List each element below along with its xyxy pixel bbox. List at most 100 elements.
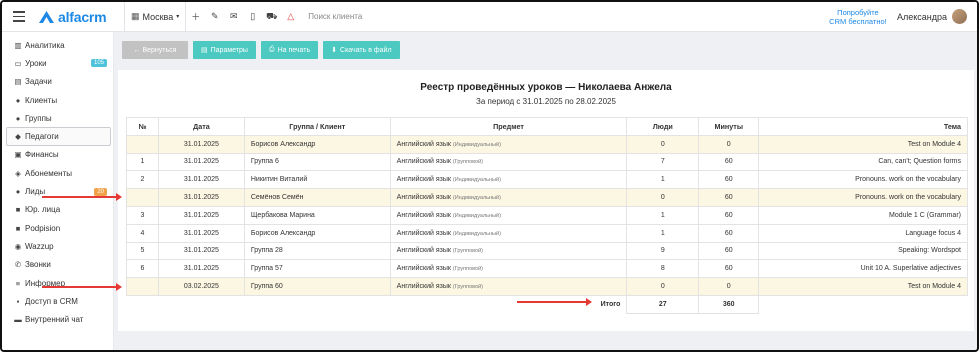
sidebar-item-legal-entities[interactable]: ■ Юр. лица [2, 201, 113, 219]
print-button[interactable]: ⎙ На печать [260, 41, 319, 59]
sidebar-item-label: Клиенты [25, 95, 58, 105]
sidebar-item-lessons[interactable]: ▭ Уроки 105 [2, 54, 113, 72]
cell-people: 0 [626, 134, 700, 154]
sidebar-item-label: Педагоги [25, 132, 59, 142]
avatar[interactable] [952, 9, 967, 24]
cell-client[interactable]: Борисов Александр [243, 223, 391, 243]
client-search[interactable]: Поиск клиента [308, 12, 508, 21]
column-minutes: Минуты [698, 117, 760, 136]
sidebar-item-calls[interactable]: ✆ Звонки [2, 256, 113, 274]
cell-date: 03.02.2025 [157, 277, 245, 296]
lesson-type: (Групповой) [452, 159, 483, 166]
total-empty [126, 295, 159, 314]
cell-minutes: 60 [698, 241, 760, 261]
promo-line-2: CRM бесплатно! [829, 16, 887, 26]
cell-subject: Английский язык (Групповой) [389, 277, 628, 296]
sidebar-item-tasks[interactable]: ▤ Задачи [2, 73, 113, 91]
cell-number [126, 277, 159, 296]
building-icon: ▦ [131, 11, 140, 21]
mail-icon[interactable]: ✉ [224, 2, 243, 32]
lessons-count-badge: 105 [90, 59, 107, 68]
cell-client[interactable]: Группа 6 [243, 152, 391, 172]
total-row: Итого 27 360 [126, 294, 968, 314]
filter-icon: ▤ [201, 47, 208, 54]
caret-down-icon: ▾ [176, 14, 180, 20]
cart-icon[interactable]: ⛟ [262, 2, 281, 32]
logo[interactable]: alfacrm [38, 9, 124, 25]
cell-number: 4 [126, 223, 159, 243]
sidebar-item-label: Задачи [25, 77, 52, 87]
cell-date: 31.01.2025 [157, 152, 245, 172]
subject-name: Английский язык [396, 211, 451, 219]
sidebar-item-label: Wazzup [25, 241, 54, 251]
cell-subject: Английский язык (Групповой) [389, 259, 628, 279]
cell-client[interactable]: Группа 60 [243, 277, 391, 296]
cell-client[interactable]: Группа 57 [243, 259, 391, 279]
cell-number: 5 [126, 241, 159, 261]
total-people: 27 [626, 294, 700, 314]
sidebar-item-podpision[interactable]: ■ Podpision [2, 219, 113, 237]
city-selector[interactable]: ▦ Москва ▾ [125, 2, 185, 32]
cell-topic: Unit 10 A. Superlative adjectives [758, 259, 968, 279]
report-period: За период с 31.01.2025 по 28.02.2025 [476, 97, 616, 106]
cell-subject: Английский язык (Индивидуальный) [389, 188, 628, 207]
cell-topic: Module 1 C (Grammar) [758, 205, 968, 225]
cell-people: 0 [626, 188, 700, 207]
sidebar-item-wazzup[interactable]: ◉ Wazzup [2, 237, 113, 255]
sidebar-item-crm-access[interactable]: ▪ Доступ в CRM [2, 292, 113, 310]
table-row: 2 31.01.2025 Никитин Виталий Английский язы… [126, 170, 968, 190]
cell-client[interactable]: Борисов Александр [243, 134, 391, 154]
cell-subject: Английский язык (Индивидуальный) [389, 134, 628, 154]
cell-minutes: 0 [698, 134, 760, 154]
plus-icon[interactable]: ＋ [186, 2, 205, 32]
tag-icon: ◈ [15, 168, 21, 178]
subject-name: Английский язык [396, 247, 451, 255]
cell-client[interactable]: Щербакова Марина [243, 205, 391, 225]
cell-client[interactable]: Никитин Виталий [243, 170, 391, 190]
sidebar-item-label: Уроки [25, 58, 47, 68]
sidebar-item-informer[interactable]: ≡ Информер [2, 274, 113, 292]
wrench-icon[interactable]: ✎ [205, 2, 224, 32]
cell-people: 9 [626, 241, 700, 261]
user-name[interactable]: Александра [897, 12, 947, 22]
report-title: Реестр проведённых уроков — Николаева Ан… [420, 82, 672, 93]
total-minutes: 360 [698, 294, 760, 314]
sidebar-item-internal-chat[interactable]: ▬ Внутренний чат [2, 310, 113, 328]
money-icon: ▣ [14, 150, 22, 160]
cell-date: 31.01.2025 [157, 205, 245, 225]
cell-client[interactable]: Семёнов Семён [243, 188, 391, 207]
total-empty [158, 295, 245, 314]
sidebar-item-analytics[interactable]: ▥ Аналитика [2, 36, 113, 54]
whatsapp-icon: ◉ [14, 241, 22, 251]
column-number: № [126, 117, 159, 136]
phone-icon[interactable]: ▯ [243, 2, 262, 32]
lesson-type: (Групповой) [452, 248, 483, 255]
cell-number: 2 [126, 170, 159, 190]
cell-people: 7 [626, 152, 700, 172]
cell-client[interactable]: Группа 28 [243, 241, 391, 261]
sidebar-item-teachers[interactable]: ◆ Педагоги [6, 127, 111, 146]
sidebar-item-clients[interactable]: ● Клиенты [2, 91, 113, 109]
download-button[interactable]: ⬇ Скачать в файл [323, 41, 400, 59]
cell-date: 31.01.2025 [157, 134, 245, 154]
cell-number: 6 [126, 259, 159, 279]
parameters-button[interactable]: ▤ Параметры [193, 41, 256, 59]
subject-name: Английский язык [396, 283, 451, 291]
menu-icon[interactable] [6, 2, 32, 32]
lesson-type: (Индивидуальный) [452, 141, 501, 148]
download-icon: ⬇ [331, 47, 338, 54]
cell-topic: Test on Module 4 [758, 277, 968, 296]
cell-subject: Английский язык (Индивидуальный) [389, 205, 628, 225]
user-icon: ● [15, 95, 21, 105]
sidebar-item-groups[interactable]: ● Группы [2, 109, 113, 127]
cell-minutes: 60 [698, 259, 760, 279]
graduation-cap-icon: ◆ [15, 132, 21, 142]
bell-icon[interactable]: △ [281, 2, 300, 32]
cell-minutes: 60 [698, 223, 760, 243]
city-label: Москва [142, 11, 174, 22]
annotation-arrow [42, 283, 122, 291]
sidebar-item-subscriptions[interactable]: ◈ Абонементы [2, 164, 113, 182]
sidebar-item-finance[interactable]: ▣ Финансы [2, 146, 113, 164]
back-button[interactable]: ← Вернуться [122, 41, 188, 59]
try-free-link[interactable]: Попробуйте CRM бесплатно! [827, 8, 889, 26]
